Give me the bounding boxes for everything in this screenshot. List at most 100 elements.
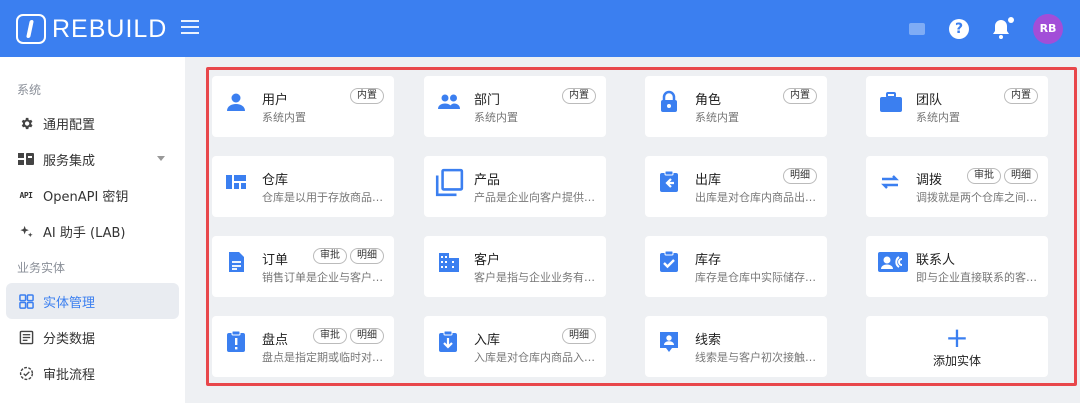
building-icon [436,250,460,274]
entity-card-lead[interactable]: 线索线索是与客户初次接触获… [645,316,827,377]
entity-title: 用户 [262,93,289,108]
notification-bell-icon[interactable] [991,17,1014,40]
entity-card-building[interactable]: 客户客户是指与企业业务有往… [424,236,606,297]
entity-description: 销售订单是企业与客户之… [262,271,387,284]
entity-tag-badge: 明细 [1004,168,1038,184]
transfer-icon [878,170,902,194]
chevron-down-icon[interactable] [157,156,165,161]
lead-icon [657,330,681,354]
stocktake-icon [224,330,248,354]
entity-title: 调拨 [916,173,943,188]
entity-title: 产品 [474,173,501,188]
entity-card-stocktake[interactable]: 盘点 盘点是指定期或临时对库… 审批 明细 [212,316,394,377]
sidebar-section-business: 业务实体 [17,261,66,275]
entity-description: 盘点是指定期或临时对库… [262,351,387,364]
entity-card-inbound[interactable]: 入库入库是对仓库内商品入库… 明细 [424,316,606,377]
sidebar-item-label: 分类数据 [43,331,96,347]
entity-title: 出库 [695,173,722,188]
plus-icon: + [945,321,969,354]
entity-description: 线索是与客户初次接触获… [695,351,820,364]
sidebar-item-classification-data[interactable]: 分类数据 [0,319,185,355]
entity-title: 库存 [695,253,722,268]
briefcase-icon [878,90,902,114]
entity-title: 角色 [695,93,722,108]
sidebar-item-label: AI 助手 (LAB) [43,225,126,241]
warehouse-icon [224,170,248,194]
add-entity-label: 添加实体 [932,354,981,368]
entity-card-contact[interactable]: 联系人 即与企业直接联系的客户… [866,236,1048,297]
faint-header-icon[interactable] [907,19,927,39]
sidebar-item-label: 通用配置 [43,117,96,133]
entity-description: 客户是指与企业业务有往… [474,271,599,284]
product-icon [434,168,464,197]
entity-card-warehouse[interactable]: 仓库仓库是以用于存放商品的… [212,156,394,217]
entity-tag-badge: 内置 [1004,88,1038,104]
inbound-icon [436,330,460,354]
entity-tag-badge: 明细 [562,328,596,344]
inventory-icon [657,250,681,274]
entity-title: 仓库 [262,173,289,188]
sidebar-item-service-integration[interactable]: 服务集成 [0,141,185,177]
grid-icon [18,293,34,309]
order-icon [224,250,248,274]
classification-icon [18,329,34,345]
sidebar-item-entity-management[interactable]: 实体管理 [6,283,179,319]
sidebar-item-label: 审批流程 [43,367,96,383]
entity-card-outbound[interactable]: 出库出库是对仓库内商品出库… 明细 [645,156,827,217]
entity-title: 入库 [474,333,501,348]
entity-card-product[interactable]: 产品产品是企业向客户提供的… [424,156,606,217]
entity-description: 系统内置 [695,111,739,124]
sidebar-section-system: 系统 [17,83,42,97]
entity-title: 线索 [695,333,722,348]
logo[interactable]: REBUILD [16,14,167,44]
sidebar-item-label: 服务集成 [43,153,96,169]
outbound-icon [657,170,681,194]
help-icon[interactable]: ? [949,19,969,39]
entity-title: 联系人 [916,253,956,268]
sidebar-item-general-config[interactable]: 通用配置 [0,105,185,141]
entity-card-user[interactable]: 用户系统内置 内置 [212,76,394,137]
gear-icon [18,115,34,131]
entity-card-lock[interactable]: 角色系统内置 内置 [645,76,827,137]
entity-description: 仓库是以用于存放商品的… [262,191,387,204]
entity-card-inventory[interactable]: 库存库存是仓库中实际储存的… [645,236,827,297]
entity-tag-badge: 内置 [783,88,817,104]
entity-tag-badge: 明细 [350,248,384,264]
entity-title: 盘点 [262,333,289,348]
user-icon [224,90,248,114]
sidebar: 系统 通用配置 服务集成 API OpenAPI 密钥 AI 助手 (LAB) … [0,57,185,403]
entity-title: 部门 [474,93,501,108]
sidebar-item-approval-flow[interactable]: 审批流程 [0,355,185,391]
lock-icon [657,90,681,114]
user-avatar[interactable]: RB [1033,14,1063,44]
approval-icon [18,365,34,381]
entity-description: 入库是对仓库内商品入库… [474,351,599,364]
entity-description: 库存是仓库中实际储存的… [695,271,820,284]
entity-tag-badge: 审批 [313,328,347,344]
sidebar-item-label: 实体管理 [43,295,96,311]
contact-icon [878,250,908,274]
entity-card-transfer[interactable]: 调拨调拨就是两个仓库之间的… 审批 明细 [866,156,1048,217]
entity-tag-badge: 明细 [783,168,817,184]
logo-text: REBUILD [52,14,168,43]
entity-description: 系统内置 [916,111,960,124]
group-icon [436,90,460,114]
entity-description: 产品是企业向客户提供的… [474,191,599,204]
entity-description: 系统内置 [262,111,306,124]
sidebar-item-ai-assistant[interactable]: AI 助手 (LAB) [0,213,185,249]
entity-card-group[interactable]: 部门 系统内置 内置 [424,76,606,137]
entity-tag-badge: 审批 [313,248,347,264]
entity-tag-badge: 审批 [967,168,1001,184]
hamburger-menu-icon[interactable] [181,20,199,36]
entity-title: 客户 [474,253,501,268]
sparkle-icon [18,223,34,239]
entity-description: 出库是对仓库内商品出库… [695,191,820,204]
sidebar-item-openapi-key[interactable]: API OpenAPI 密钥 [0,177,185,213]
entity-description: 系统内置 [474,111,518,124]
entity-description: 调拨就是两个仓库之间的… [916,191,1041,204]
entity-tag-badge: 内置 [350,88,384,104]
entity-card-order[interactable]: 订单 销售订单是企业与客户之… 审批 明细 [212,236,394,297]
logo-mark-icon [16,14,46,44]
add-entity-button[interactable]: + 添加实体 [866,316,1048,377]
entity-card-briefcase[interactable]: 团队 系统内置 内置 [866,76,1048,137]
